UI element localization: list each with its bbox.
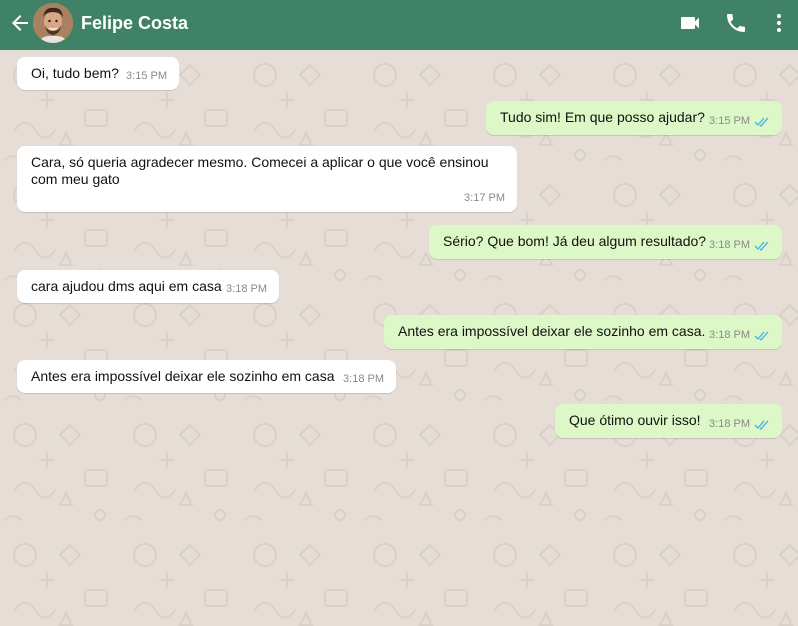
message-time: 3:18 PM <box>709 239 750 251</box>
phone-icon[interactable] <box>724 11 748 35</box>
message-bubble-outgoing[interactable]: Tudo sim! Em que posso ajudar? 3:15 PM <box>486 101 782 135</box>
chat-header: Felipe Costa <box>0 0 798 50</box>
message-time: 3:18 PM <box>343 373 384 385</box>
read-ticks-icon <box>754 117 769 127</box>
message-text: cara ajudou dms aqui em casa <box>31 278 222 294</box>
message-time: 3:18 PM <box>709 329 750 341</box>
avatar[interactable] <box>33 3 73 43</box>
contact-name[interactable]: Felipe Costa <box>81 13 188 34</box>
message-bubble-incoming[interactable]: Oi, tudo bem? 3:15 PM <box>17 57 179 90</box>
message-time: 3:18 PM <box>226 283 267 295</box>
read-ticks-icon <box>754 241 769 251</box>
video-call-icon[interactable] <box>678 11 702 35</box>
message-bubble-outgoing[interactable]: Antes era impossível deixar ele sozinho … <box>384 315 782 349</box>
message-bubble-outgoing[interactable]: Que ótimo ouvir isso! 3:18 PM <box>555 404 782 438</box>
message-text: Tudo sim! Em que posso ajudar? <box>500 109 705 125</box>
back-arrow-icon[interactable] <box>8 11 32 35</box>
message-text: Antes era impossível deixar ele sozinho … <box>398 323 706 339</box>
message-time: 3:17 PM <box>464 192 505 204</box>
read-ticks-icon <box>754 420 769 430</box>
message-time: 3:15 PM <box>126 70 167 82</box>
message-text: Oi, tudo bem? <box>31 65 119 81</box>
chat-area[interactable]: Oi, tudo bem? 3:15 PM Tudo sim! Em que p… <box>0 50 798 626</box>
more-vert-icon[interactable] <box>767 11 791 35</box>
message-bubble-incoming[interactable]: Antes era impossível deixar ele sozinho … <box>17 360 396 393</box>
message-text: Sério? Que bom! Já deu algum resultado? <box>443 233 707 249</box>
message-text: Que ótimo ouvir isso! <box>569 412 701 428</box>
message-time: 3:18 PM <box>709 418 750 430</box>
message-bubble-incoming[interactable]: cara ajudou dms aqui em casa 3:18 PM <box>17 270 279 303</box>
message-time: 3:15 PM <box>709 115 750 127</box>
message-text: Cara, só queria agradecer mesmo. Comecei… <box>31 154 489 187</box>
message-text: Antes era impossível deixar ele sozinho … <box>31 368 335 384</box>
message-bubble-incoming[interactable]: Cara, só queria agradecer mesmo. Comecei… <box>17 146 517 212</box>
read-ticks-icon <box>754 331 769 341</box>
message-bubble-outgoing[interactable]: Sério? Que bom! Já deu algum resultado? … <box>429 225 782 259</box>
